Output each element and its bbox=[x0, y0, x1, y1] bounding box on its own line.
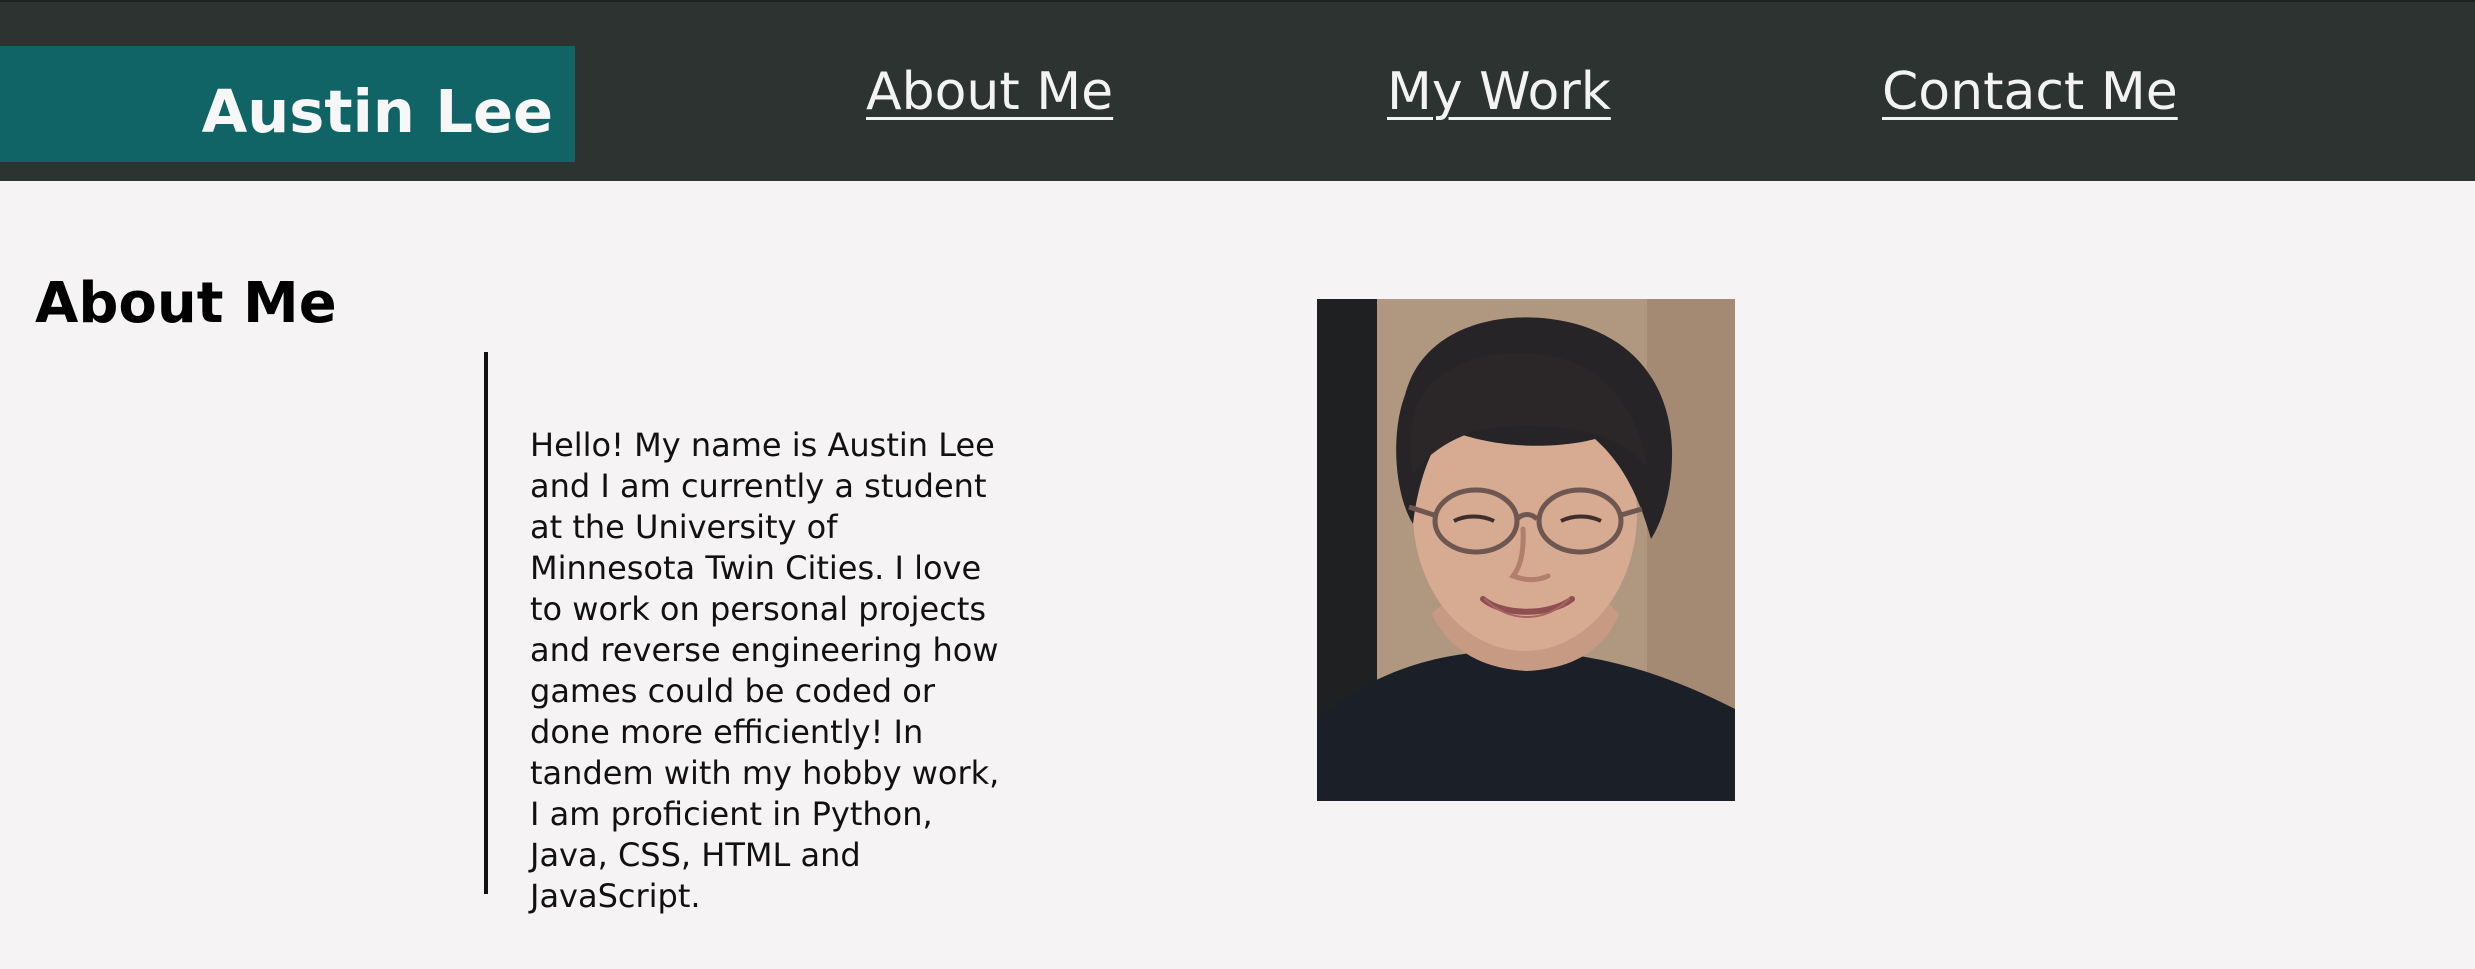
profile-photo bbox=[1317, 299, 1735, 801]
vertical-divider bbox=[484, 352, 488, 894]
portrait-photo-icon bbox=[1317, 299, 1735, 801]
section-title: About Me bbox=[35, 270, 337, 336]
nav-link-about-me[interactable]: About Me bbox=[866, 66, 1113, 118]
site-header: Austin Lee About Me My Work Contact Me bbox=[0, 0, 2475, 181]
bio-text: Hello! My name is Austin Lee and I am cu… bbox=[530, 426, 1000, 915]
nav-link-contact-me[interactable]: Contact Me bbox=[1882, 66, 2178, 118]
brand-block[interactable]: Austin Lee bbox=[0, 46, 575, 162]
brand-name[interactable]: Austin Lee bbox=[202, 82, 553, 141]
nav-link-my-work[interactable]: My Work bbox=[1387, 66, 1611, 118]
